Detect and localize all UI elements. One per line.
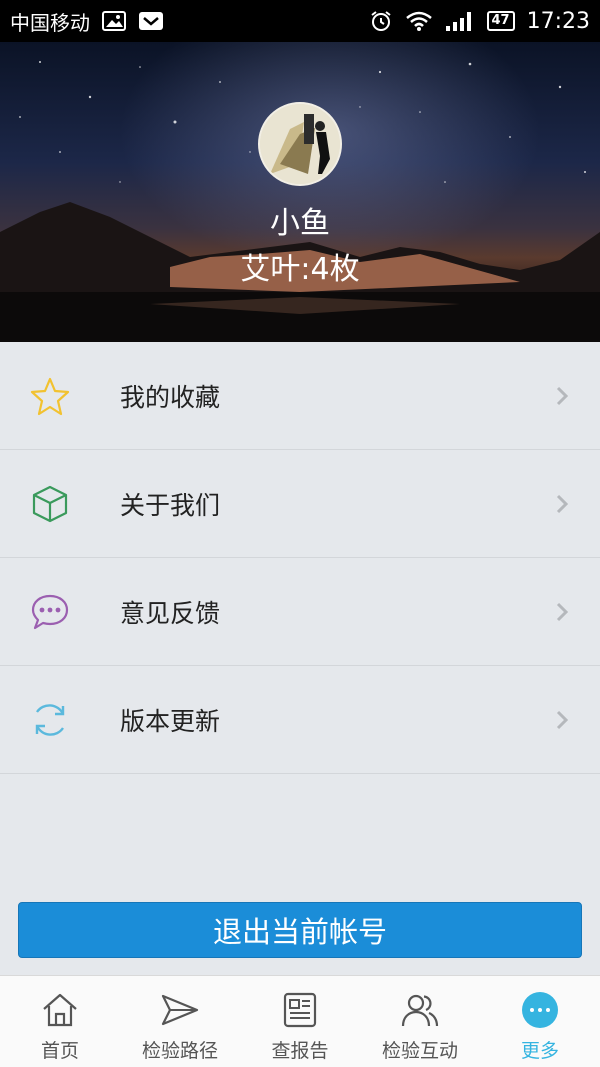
menu-item-about-us[interactable]: 关于我们 — [0, 450, 600, 558]
menu-item-version-update[interactable]: 版本更新 — [0, 666, 600, 774]
menu-item-label: 关于我们 — [120, 490, 221, 520]
chevron-right-icon — [556, 386, 569, 406]
home-icon — [43, 993, 77, 1027]
logout-button[interactable]: 退出当前帐号 — [18, 902, 582, 958]
tab-check-report[interactable]: 查报告 — [240, 976, 360, 1067]
avatar[interactable] — [258, 102, 342, 186]
bottom-tab-bar: 首页 检验路径 查报告 检验互动 更多 — [0, 975, 600, 1067]
star-icon — [30, 377, 70, 416]
menu-item-label: 意见反馈 — [120, 598, 221, 628]
battery-level: 47 — [486, 11, 515, 31]
points-balance: 艾叶:4枚 — [240, 252, 360, 287]
settings-menu: 我的收藏 关于我们 意见反馈 版本更新 — [0, 342, 600, 774]
avatar-image — [260, 104, 340, 184]
username: 小鱼 — [270, 206, 330, 241]
wifi-icon — [405, 11, 432, 31]
image-notification-icon — [102, 11, 126, 31]
more-icon — [522, 992, 558, 1028]
tab-label: 查报告 — [271, 1040, 329, 1062]
mail-notification-icon — [139, 12, 163, 30]
night-mountain-background — [0, 61, 600, 342]
chevron-right-icon — [556, 710, 569, 730]
carrier-name: 中国移动 — [10, 10, 90, 35]
tab-label: 更多 — [520, 1040, 559, 1062]
cube-icon — [32, 485, 68, 523]
profile-header: 小鱼 艾叶:4枚 — [0, 42, 600, 342]
tab-label: 检验互动 — [381, 1040, 458, 1062]
send-icon — [161, 994, 199, 1026]
alarm-icon — [370, 11, 391, 31]
screen: 中国移动 47 17:23 小鱼 艾叶:4枚 我的收藏 关于我们 意见反馈 版本… — [0, 0, 600, 1067]
signal-icon — [445, 12, 471, 31]
tab-more[interactable]: 更多 — [480, 976, 600, 1067]
menu-item-favorites[interactable]: 我的收藏 — [0, 342, 600, 450]
menu-item-label: 我的收藏 — [120, 382, 221, 412]
chat-bubble-icon — [31, 594, 69, 630]
users-icon — [401, 994, 439, 1027]
clock: 17:23 — [526, 8, 590, 34]
chevron-right-icon — [556, 494, 569, 514]
menu-item-label: 版本更新 — [120, 706, 221, 736]
tab-inspection-path[interactable]: 检验路径 — [120, 976, 240, 1067]
report-icon — [283, 992, 317, 1028]
tab-inspection-interaction[interactable]: 检验互动 — [360, 976, 480, 1067]
tab-home[interactable]: 首页 — [0, 976, 120, 1067]
refresh-icon — [35, 704, 65, 736]
status-bar: 中国移动 47 17:23 — [0, 0, 600, 42]
chevron-right-icon — [556, 602, 569, 622]
tab-label: 首页 — [40, 1040, 79, 1062]
menu-item-feedback[interactable]: 意见反馈 — [0, 558, 600, 666]
tab-label: 检验路径 — [141, 1040, 218, 1062]
